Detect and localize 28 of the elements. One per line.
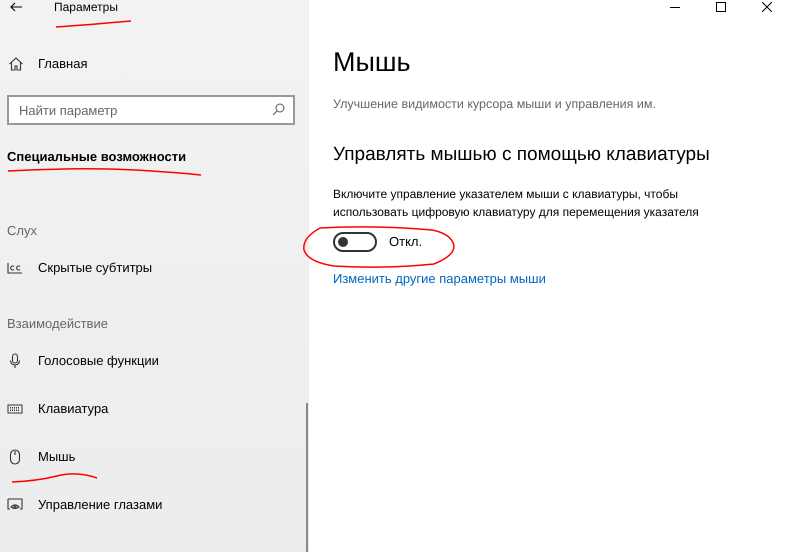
close-icon — [762, 2, 772, 12]
back-button[interactable] — [8, 0, 24, 14]
group-heading: Взаимодействие — [7, 315, 108, 332]
setting-description: Включите управление указателем мыши с клавиатуры, чтобы использовать цифровую клавиатуру для перемещения указателя — [333, 186, 700, 221]
section-heading: Специальные возможности — [7, 148, 188, 166]
nav-item[interactable]: Управление глазами — [7, 495, 162, 515]
mouse-icon — [7, 449, 23, 465]
search-field[interactable]: Найти параметр — [7, 95, 295, 125]
home-nav-item[interactable]: Главная — [8, 54, 309, 74]
search-icon — [272, 103, 285, 116]
captions-icon — [7, 260, 23, 276]
toggle-label: Откл. — [389, 233, 422, 251]
group-heading: Слух — [7, 222, 37, 239]
section-title: Управлять мышью с помощью клавиатуры — [333, 142, 710, 167]
minimize-icon — [670, 6, 680, 8]
page-title: Мышь — [333, 46, 411, 78]
microphone-icon — [7, 353, 23, 369]
nav-item[interactable]: Голосовые функции — [7, 351, 159, 371]
nav-item[interactable]: Клавиатура — [7, 399, 108, 419]
maximize-icon — [716, 2, 726, 12]
home-icon — [8, 56, 24, 72]
nav-item[interactable]: Мышь — [7, 447, 76, 467]
window-title: Параметры — [54, 0, 118, 16]
page-subtitle: Улучшение видимости курсора мыши и управления им. — [333, 96, 656, 113]
mouse-settings-link[interactable]: Изменить другие параметры мыши — [333, 268, 546, 288]
nav-item[interactable]: Скрытые субтитры — [7, 258, 152, 278]
toggle-switch[interactable] — [333, 232, 377, 252]
back-arrow-icon — [10, 2, 22, 12]
